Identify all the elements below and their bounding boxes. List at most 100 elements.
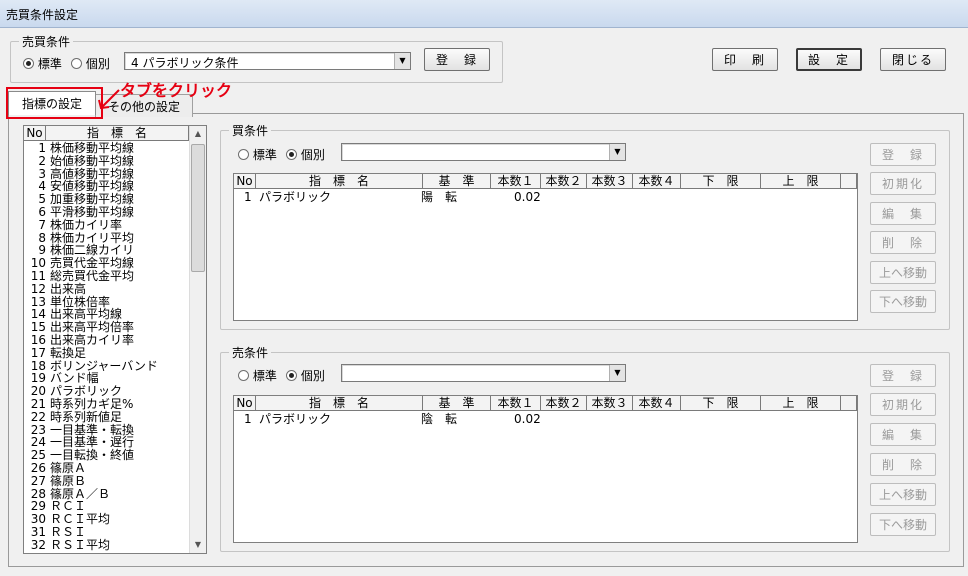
indicator-scrollbar[interactable]: ▲ ▼	[189, 126, 206, 553]
list-item-name: ＲＳＩ	[50, 525, 87, 539]
sell-move-down-button[interactable]: 下へ移動	[870, 513, 936, 536]
list-item-name: 平滑移動平均線	[50, 205, 135, 219]
sell-edit-button[interactable]: 編 集	[870, 423, 936, 446]
print-button[interactable]: 印 刷	[712, 48, 778, 71]
buy-header-filler	[841, 174, 857, 189]
sell-individual-label: 個別	[300, 369, 325, 383]
indicator-header-no[interactable]: No	[24, 126, 46, 141]
buy-standard-label: 標準	[252, 148, 277, 162]
buy-init-button[interactable]: 初期化	[870, 172, 936, 195]
indicator-header-name[interactable]: 指 標 名	[46, 126, 189, 141]
buy-header-upper[interactable]: 上 限	[761, 174, 841, 189]
list-item-name: 時系列カギ足%	[50, 397, 134, 411]
buy-header-no[interactable]: No	[234, 174, 256, 189]
buy-header-base[interactable]: 基 準	[423, 174, 491, 189]
radio-selected-icon	[286, 149, 297, 160]
radio-unselected-icon	[71, 58, 82, 69]
buy-standard-radio[interactable]: 標準	[238, 146, 277, 163]
list-item[interactable]: 7 株価カイリ率	[24, 218, 194, 232]
sell-condition-table[interactable]: No 指 標 名 基 準 本数１ 本数２ 本数３ 本数４ 下 限 上 限 1 パ…	[233, 395, 858, 543]
sell-register-button[interactable]: 登 録	[870, 364, 936, 387]
close-button[interactable]: 閉じる	[880, 48, 946, 71]
list-item-name: ＲＳＩ平均	[50, 537, 111, 552]
buy-delete-button[interactable]: 削 除	[870, 231, 936, 254]
radio-unselected-icon	[238, 370, 249, 381]
radio-unselected-icon	[238, 149, 249, 160]
settings-button[interactable]: 設 定	[796, 48, 862, 71]
list-item[interactable]: 2 始値移動平均線	[24, 153, 194, 168]
list-item[interactable]: 12 出来高	[24, 281, 194, 296]
buy-header-name[interactable]: 指 標 名	[256, 174, 423, 189]
buy-condition-select[interactable]: ▼	[341, 143, 626, 161]
sell-header-name[interactable]: 指 標 名	[256, 396, 423, 411]
list-item-name: 転換足	[50, 345, 87, 360]
scroll-up-icon[interactable]: ▲	[190, 126, 206, 142]
sell-individual-radio[interactable]: 個別	[286, 367, 325, 384]
sell-row-n1: 0.02	[514, 412, 541, 426]
scrollbar-thumb[interactable]	[191, 144, 205, 272]
trade-condition-label: 売買条件	[19, 33, 74, 50]
table-row[interactable]: 1 パラボリック 陰 転 0.02	[234, 412, 857, 426]
annotation-text: タブをクリック	[120, 81, 233, 100]
sell-move-up-button[interactable]: 上へ移動	[870, 483, 936, 506]
table-row[interactable]: 1 パラボリック 陽 転 0.02	[234, 190, 857, 204]
sell-header-n3[interactable]: 本数３	[587, 396, 633, 411]
buy-header-n1[interactable]: 本数１	[491, 174, 541, 189]
sell-header-lower[interactable]: 下 限	[681, 396, 761, 411]
buy-header-lower[interactable]: 下 限	[681, 174, 761, 189]
buy-move-down-button[interactable]: 下へ移動	[870, 290, 936, 313]
sell-header-base[interactable]: 基 準	[423, 396, 491, 411]
list-item-name: 株価移動平均線	[50, 141, 135, 155]
sell-header-upper[interactable]: 上 限	[761, 396, 841, 411]
sell-row-name: パラボリック	[259, 412, 332, 426]
window-title: 売買条件設定	[6, 8, 79, 22]
trade-standard-label: 標準	[37, 57, 62, 71]
buy-row-no: 1	[244, 190, 252, 204]
trade-individual-label: 個別	[85, 57, 110, 71]
list-item-name: 始値移動平均線	[50, 153, 135, 168]
sell-init-button[interactable]: 初期化	[870, 393, 936, 416]
buy-individual-label: 個別	[300, 148, 325, 162]
buy-row-n1: 0.02	[514, 190, 541, 204]
list-item[interactable]: 32 ＲＳＩ平均	[24, 537, 194, 552]
list-item-no: 17	[30, 345, 46, 360]
list-item[interactable]: 27 篠原Ｂ	[24, 474, 194, 488]
trade-standard-radio[interactable]: 標準	[23, 55, 62, 72]
sell-header-n4[interactable]: 本数４	[633, 396, 681, 411]
scroll-down-icon[interactable]: ▼	[190, 537, 206, 553]
buy-header-n4[interactable]: 本数４	[633, 174, 681, 189]
trade-individual-radio[interactable]: 個別	[71, 55, 110, 72]
buy-move-up-button[interactable]: 上へ移動	[870, 261, 936, 284]
sell-header-filler	[841, 396, 857, 411]
buy-condition-table[interactable]: No 指 標 名 基 準 本数１ 本数２ 本数３ 本数４ 下 限 上 限 1 パ…	[233, 173, 858, 321]
sell-condition-select[interactable]: ▼	[341, 364, 626, 382]
sell-condition-label: 売条件	[229, 344, 272, 361]
sell-delete-button[interactable]: 削 除	[870, 453, 936, 476]
sell-row-no: 1	[244, 412, 252, 426]
buy-edit-button[interactable]: 編 集	[870, 202, 936, 225]
list-item[interactable]: 17 転換足	[24, 345, 194, 360]
list-item-name: 出来高カイリ率	[50, 333, 135, 347]
indicator-list[interactable]: No 指 標 名 1 株価移動平均線 2 始値移動平均線 3 高値移動平均線 4 安値移動平均…	[23, 125, 207, 554]
trade-condition-select[interactable]: 4 パラボリック条件 ▼	[124, 52, 411, 70]
buy-header-n3[interactable]: 本数３	[587, 174, 633, 189]
buy-row-base: 陽 転	[421, 190, 458, 204]
buy-register-button[interactable]: 登 録	[870, 143, 936, 166]
buy-header-n2[interactable]: 本数２	[541, 174, 587, 189]
list-item-name: 篠原Ａ	[50, 461, 87, 475]
buy-individual-radio[interactable]: 個別	[286, 146, 325, 163]
chevron-down-icon[interactable]: ▼	[609, 365, 625, 381]
sell-standard-label: 標準	[252, 369, 277, 383]
radio-selected-icon	[286, 370, 297, 381]
sell-header-no[interactable]: No	[234, 396, 256, 411]
chevron-down-icon[interactable]: ▼	[609, 144, 625, 160]
sell-standard-radio[interactable]: 標準	[238, 367, 277, 384]
trade-register-button[interactable]: 登 録	[424, 48, 490, 71]
sell-header-n2[interactable]: 本数２	[541, 396, 587, 411]
list-item[interactable]: 22 時系列新値足	[24, 410, 194, 424]
list-item-no: 12	[30, 281, 46, 296]
trade-condition-selected: 4 パラボリック条件	[131, 56, 239, 70]
list-item-name: 出来高	[50, 281, 87, 296]
chevron-down-icon[interactable]: ▼	[394, 53, 410, 69]
sell-header-n1[interactable]: 本数１	[491, 396, 541, 411]
